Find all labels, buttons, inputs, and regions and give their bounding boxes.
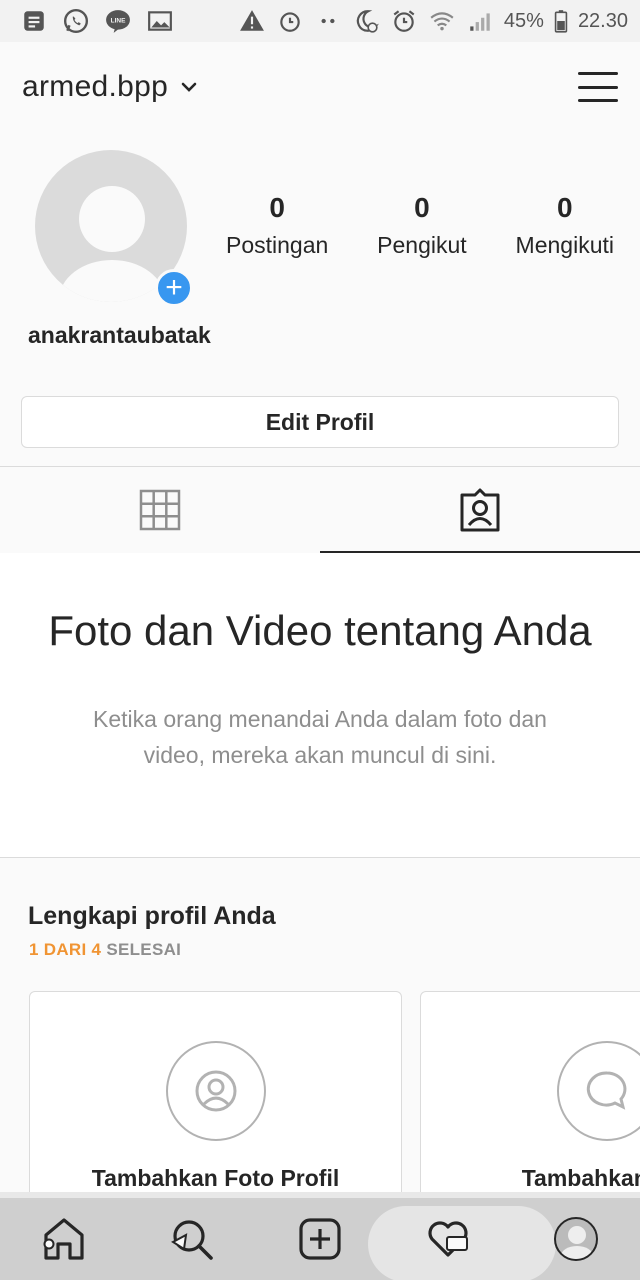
account-switcher-username[interactable]: armed.bpp [22, 70, 168, 104]
card-title: Tambahkan Bio [521, 1165, 640, 1191]
stat-followers[interactable]: 0 Pengikut [371, 192, 473, 259]
card-icon-circle [165, 1041, 266, 1141]
profile-avatar-icon [554, 1217, 598, 1261]
tagged-icon [460, 488, 500, 532]
signal-icon [466, 7, 494, 35]
nav-activity[interactable] [384, 1198, 512, 1280]
profile-stats: 0 Postingan 0 Pengikut 0 Mengikuti [220, 192, 620, 259]
dots-icon [314, 7, 342, 35]
stat-value: 0 [556, 192, 573, 223]
svg-text:LINE: LINE [111, 18, 126, 25]
alarm-clock-icon [390, 7, 418, 35]
status-bar-notifications: LINE [20, 7, 174, 35]
person-icon [195, 1070, 236, 1112]
tagged-empty-state: Foto dan Video tentang Anda Ketika orang… [0, 553, 640, 858]
card-icon-circle [556, 1041, 640, 1141]
profile-avatar-container[interactable]: + [35, 150, 193, 307]
gallery-icon [146, 7, 174, 35]
speech-bubble-icon [586, 1071, 626, 1110]
stat-label: Pengikut [377, 232, 467, 258]
menu-icon[interactable] [578, 70, 618, 104]
stat-posts[interactable]: 0 Postingan [220, 192, 334, 259]
wifi-icon [428, 7, 456, 35]
add-story-badge[interactable]: + [155, 269, 193, 307]
stat-label: Postingan [226, 232, 329, 258]
chevron-down-icon[interactable] [180, 78, 198, 96]
battery-percent: 45% [503, 9, 544, 32]
whatsapp-icon [62, 7, 90, 35]
status-bar-system: 45% 22.30 [238, 7, 628, 35]
nav-search[interactable] [128, 1198, 256, 1280]
stat-label: Mengikuti [515, 232, 614, 258]
stat-value: 0 [269, 192, 285, 223]
complete-profile-title: Lengkapi profil Anda [28, 902, 276, 930]
clock: 22.30 [577, 9, 628, 32]
grid-icon [139, 489, 181, 531]
home-icon [43, 1218, 84, 1260]
add-post-icon [299, 1218, 341, 1260]
empty-state-title: Foto dan Video tentang Anda [48, 607, 592, 654]
progress-label: SELESAI [106, 940, 182, 959]
search-icon [171, 1220, 213, 1260]
edit-profile-button[interactable]: Edit Profil [21, 396, 619, 448]
nav-home[interactable] [0, 1198, 128, 1280]
complete-profile-cards: Tambahkan Foto Profil Tambahkan Bio [29, 991, 640, 1201]
activity-heart-icon [428, 1221, 468, 1257]
card-add-profile-photo[interactable]: Tambahkan Foto Profil [29, 991, 402, 1201]
night-mode-icon [352, 7, 380, 35]
line-icon: LINE [104, 7, 132, 35]
display-name: anakrantaubatak [28, 322, 211, 348]
status-bar: LINE 45% 22.30 [0, 0, 640, 42]
warning-icon [238, 7, 266, 35]
complete-profile-progress: 1 DARI 4 SELESAI [29, 940, 181, 960]
progress-count: 1 DARI 4 [29, 940, 102, 959]
profile-header: armed.bpp [0, 42, 640, 132]
notes-icon [20, 7, 48, 35]
bottom-navigation [0, 1192, 640, 1280]
empty-state-description: Ketika orang menandai Anda dalam foto da… [93, 706, 547, 768]
battery-icon [554, 7, 568, 35]
nav-new-post[interactable] [256, 1198, 384, 1280]
card-title: Tambahkan Foto Profil [91, 1165, 340, 1191]
stat-following[interactable]: 0 Mengikuti [510, 192, 620, 259]
stat-value: 0 [414, 192, 430, 223]
tab-tagged[interactable] [320, 467, 640, 553]
card-add-bio[interactable]: Tambahkan Bio [420, 991, 640, 1201]
tab-grid[interactable] [0, 467, 320, 553]
profile-tabs [0, 466, 640, 553]
alarm-icon [276, 7, 304, 35]
